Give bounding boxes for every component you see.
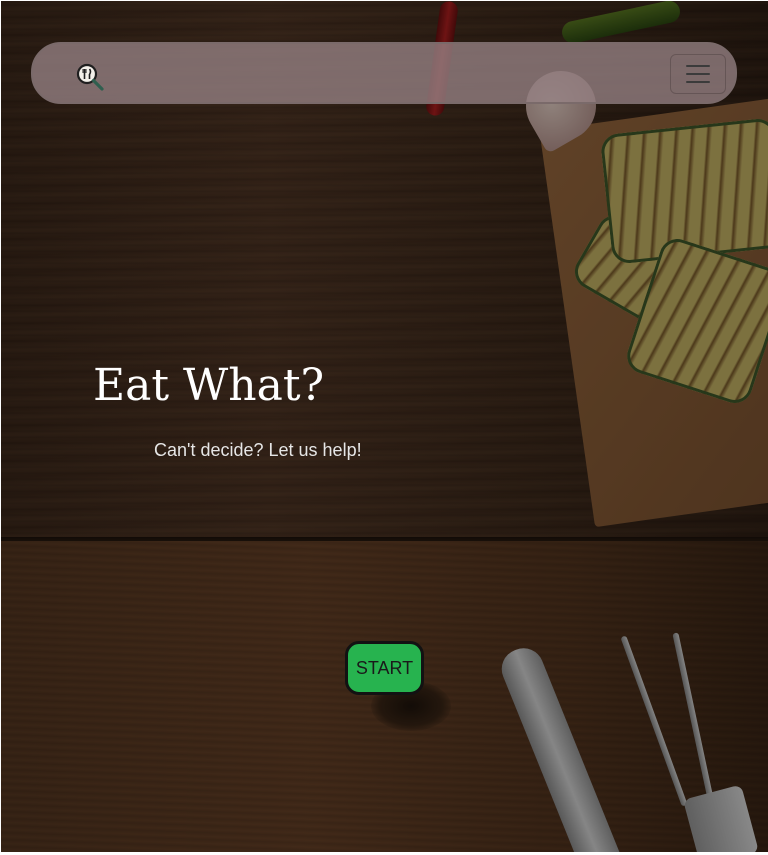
magnifier-fork-knife-icon[interactable] [75,62,105,92]
dark-overlay [1,1,768,852]
hamburger-menu-icon [686,81,710,83]
navbar-toggle-button[interactable] [670,54,726,94]
page-title: Eat What? [93,360,325,411]
hamburger-menu-icon [686,65,710,67]
page-subtitle: Can't decide? Let us help! [154,440,362,460]
hamburger-menu-icon [686,73,710,75]
top-navbar [31,42,737,104]
hero-background-image [1,1,768,852]
start-button[interactable]: START [345,641,424,695]
